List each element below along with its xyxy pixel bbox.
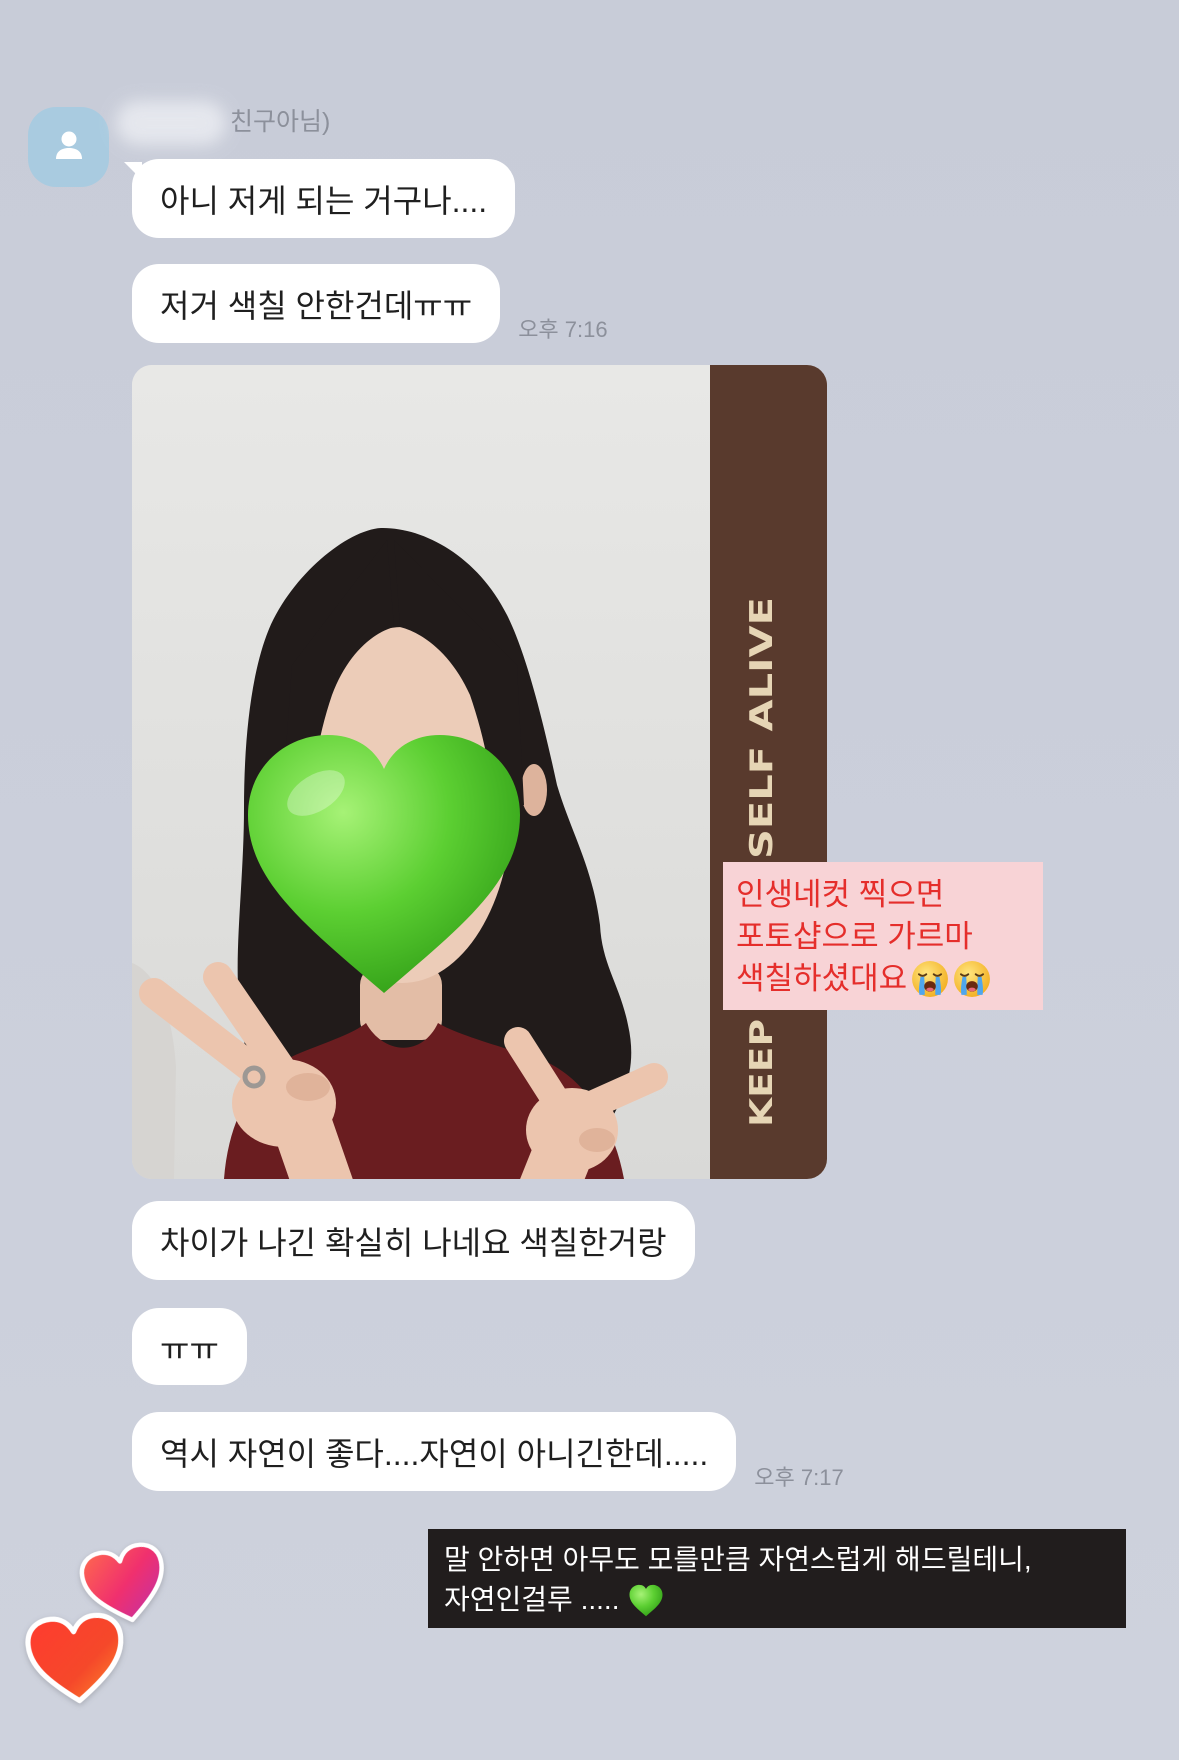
story-screen: 친구아님) 아니 저게 되는 거구나.... 저거 색칠 안한건데ㅠㅠ 오후 7… bbox=[0, 0, 1179, 1760]
message-row: 저거 색칠 안한건데ㅠㅠ 오후 7:16 bbox=[132, 264, 608, 343]
annotation-line: 색칠하셨대요 bbox=[736, 958, 1043, 1000]
annotation-line: 인생네컷 찍으면 bbox=[736, 874, 1043, 916]
caption-text: 말 안하면 아무도 모를만큼 자연스럽게 해드릴테니, bbox=[444, 1544, 1032, 1575]
message-text: 차이가 나긴 확실히 나네요 색칠한거랑 bbox=[160, 1224, 667, 1261]
caption-text: 자연인걸루 ..... bbox=[444, 1584, 620, 1615]
message-timestamp: 오후 7:17 bbox=[754, 1465, 844, 1490]
annotation-line: 포토샵으로 가르마 bbox=[736, 916, 1043, 958]
person-icon bbox=[55, 131, 82, 159]
message-row: 역시 자연이 좋다....자연이 아니긴한데..... 오후 7:17 bbox=[132, 1412, 844, 1491]
message-text: ㅠㅠ bbox=[160, 1330, 219, 1367]
sender-avatar[interactable] bbox=[28, 107, 109, 187]
message-timestamp: 오후 7:16 bbox=[518, 317, 608, 342]
message-text: 아니 저게 되는 거구나.... bbox=[160, 182, 488, 219]
message-bubble[interactable]: 저거 색칠 안한건데ㅠㅠ bbox=[132, 264, 501, 343]
loudly-crying-face-icon bbox=[953, 960, 991, 998]
frame-text-self-alive: SELF ALIVE bbox=[744, 597, 780, 859]
green-heart-icon bbox=[629, 1584, 663, 1617]
story-annotation-label: 인생네컷 찍으면 포토샵으로 가르마 색칠하셨대요 bbox=[723, 862, 1043, 1010]
message-bubble[interactable]: 차이가 나긴 확실히 나네요 색칠한거랑 bbox=[132, 1201, 695, 1280]
caption-line: 말 안하면 아무도 모를만큼 자연스럽게 해드릴테니, bbox=[444, 1540, 1126, 1580]
message-row: ㅠㅠ bbox=[132, 1308, 247, 1385]
heart-sticker-icon bbox=[20, 1608, 132, 1712]
story-caption: 말 안하면 아무도 모를만큼 자연스럽게 해드릴테니, 자연인걸루 ..... bbox=[428, 1529, 1126, 1628]
message-row: 차이가 나긴 확실히 나네요 색칠한거랑 bbox=[132, 1201, 695, 1280]
blurred-sender-name bbox=[116, 101, 226, 145]
message-bubble[interactable]: ㅠㅠ bbox=[132, 1308, 247, 1385]
loudly-crying-face-icon bbox=[911, 960, 949, 998]
message-row: 아니 저게 되는 거구나.... bbox=[124, 159, 516, 238]
caption-line: 자연인걸루 ..... bbox=[444, 1580, 1126, 1620]
sender-name: 친구아님) bbox=[230, 108, 331, 136]
message-bubble[interactable]: 역시 자연이 좋다....자연이 아니긴한데..... bbox=[132, 1412, 737, 1491]
bubble-tail bbox=[124, 162, 142, 180]
message-text: 저거 색칠 안한건데ㅠㅠ bbox=[160, 287, 473, 324]
annotation-text: 인생네컷 찍으면 bbox=[736, 877, 945, 912]
photo-message[interactable]: SELF ALIVE KEEP bbox=[132, 365, 827, 1179]
annotation-text: 색칠하셨대요 bbox=[736, 961, 908, 996]
frame-text-keep: KEEP bbox=[744, 1019, 780, 1127]
message-bubble[interactable]: 아니 저게 되는 거구나.... bbox=[124, 159, 516, 238]
ear bbox=[521, 764, 547, 816]
photo-image: SELF ALIVE KEEP bbox=[132, 365, 827, 1179]
annotation-text: 포토샵으로 가르마 bbox=[736, 919, 973, 954]
message-text: 역시 자연이 좋다....자연이 아니긴한데..... bbox=[160, 1435, 709, 1472]
